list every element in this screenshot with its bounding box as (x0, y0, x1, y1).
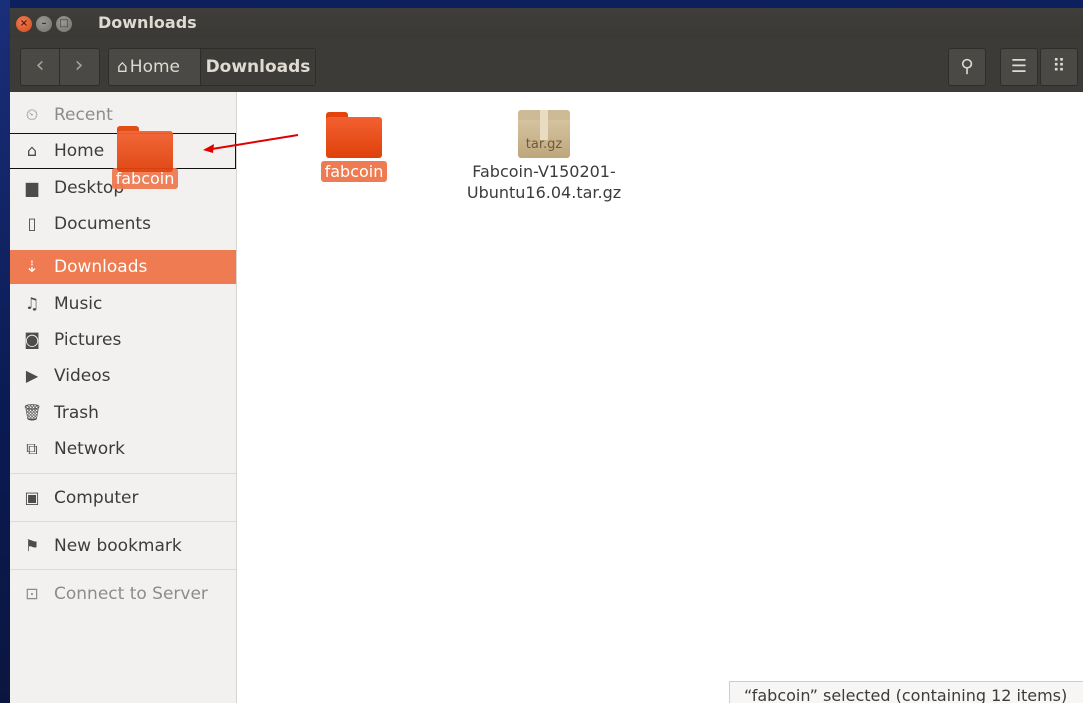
search-button[interactable]: ⚲ (948, 48, 986, 86)
file-view[interactable]: fabcoin tar.gz Fabcoin-V150201- Ubuntu16… (244, 92, 1083, 703)
window-maximize-button[interactable]: □ (56, 16, 72, 32)
window-close-button[interactable]: × (16, 16, 32, 32)
window-title: Downloads (98, 13, 197, 32)
grid-view-button[interactable]: ⠿ (1040, 48, 1078, 86)
sidebar-item-pictures[interactable]: ◙ Pictures (10, 323, 236, 357)
sidebar-item-label: Downloads (54, 257, 148, 277)
sidebar-item-connect-to-server[interactable]: ⊡ Connect to Server (10, 577, 236, 611)
sidebar-item-label: Documents (54, 214, 151, 234)
sidebar-item-new-bookmark[interactable]: ⚑ New bookmark (10, 529, 236, 563)
sidebar-item-label: New bookmark (54, 536, 182, 556)
back-button[interactable]: ‹ (21, 49, 60, 85)
file-name: Fabcoin-V150201- Ubuntu16.04.tar.gz (466, 162, 622, 202)
server-icon: ⊡ (25, 584, 39, 603)
sidebar-item-label: Network (54, 439, 125, 459)
sidebar-item-videos[interactable]: ▶ Videos (10, 359, 236, 393)
search-icon: ⚲ (960, 56, 974, 77)
minimize-icon: – (41, 18, 47, 29)
folder-icon (326, 112, 382, 158)
desktop-icon: ▆ (25, 178, 39, 197)
sidebar-item-label: Pictures (54, 330, 122, 350)
sidebar-item-network[interactable]: ⧉ Network (10, 432, 236, 466)
chevron-left-icon: ‹ (35, 53, 45, 78)
sidebar-item-label: Recent (54, 105, 113, 125)
file-item-archive[interactable]: tar.gz Fabcoin-V150201- Ubuntu16.04.tar.… (444, 110, 644, 203)
title-bar[interactable]: × – □ Downloads (10, 8, 1083, 38)
breadcrumb-home-label: Home (129, 57, 180, 77)
forward-button[interactable]: › (60, 49, 98, 85)
sidebar-item-label: Computer (54, 488, 139, 508)
header-toolbar: ‹ › ⌂ Home Downloads ⚲ ☰ ⠿ (10, 38, 1083, 92)
dragged-folder: fabcoin (110, 126, 180, 189)
download-icon: ⇣ (25, 257, 39, 276)
clock-icon: ⏲ (25, 105, 39, 124)
document-icon: ▯ (27, 214, 37, 233)
file-name: fabcoin (320, 161, 388, 182)
sidebar-item-trash[interactable]: 🗑 Trash (10, 396, 236, 430)
maximize-icon: □ (59, 18, 69, 29)
sidebar-item-documents[interactable]: ▯ Documents (10, 207, 236, 241)
navigation-buttons: ‹ › (20, 48, 100, 86)
trash-icon: 🗑 (22, 403, 43, 422)
folder-icon (117, 126, 173, 172)
breadcrumb-current[interactable]: Downloads (201, 49, 315, 85)
camera-icon: ◙ (24, 330, 40, 349)
list-icon: ☰ (1010, 56, 1028, 77)
video-icon: ▶ (25, 366, 39, 385)
computer-icon: ▣ (24, 488, 40, 507)
window-minimize-button[interactable]: – (36, 16, 52, 32)
chevron-right-icon: › (74, 53, 84, 78)
file-item-fabcoin[interactable]: fabcoin (304, 112, 404, 182)
sidebar-item-label: Music (54, 294, 103, 314)
music-icon: ♫ (24, 294, 40, 313)
sidebar-item-computer[interactable]: ▣ Computer (10, 481, 236, 515)
sidebar-item-label: Videos (54, 366, 111, 386)
desktop-background (0, 0, 10, 703)
list-view-button[interactable]: ☰ (1000, 48, 1038, 86)
sidebar-item-label: Connect to Server (54, 584, 208, 604)
sidebar-item-music[interactable]: ♫ Music (10, 287, 236, 321)
breadcrumb: ⌂ Home Downloads (108, 48, 316, 86)
sidebar-divider (10, 569, 236, 570)
bookmark-icon: ⚑ (24, 536, 40, 555)
home-icon: ⌂ (26, 141, 38, 160)
network-icon: ⧉ (26, 439, 38, 458)
home-icon: ⌂ (117, 57, 128, 77)
breadcrumb-home[interactable]: ⌂ Home (109, 49, 201, 85)
sidebar-divider (10, 521, 236, 522)
status-bar: “fabcoin” selected (containing 12 items) (729, 681, 1083, 703)
sidebar-divider (10, 473, 236, 474)
sidebar-item-label: Home (54, 141, 105, 161)
archive-type-label: tar.gz (525, 137, 563, 152)
sidebar-item-downloads[interactable]: ⇣ Downloads (10, 250, 236, 284)
close-icon: × (19, 18, 29, 29)
sidebar-item-label: Trash (54, 403, 99, 423)
file-manager-window: × – □ Downloads ‹ › ⌂ Home Downloads ⚲ ☰ … (10, 8, 1083, 703)
archive-icon: tar.gz (518, 110, 570, 158)
grid-icon: ⠿ (1052, 56, 1066, 77)
